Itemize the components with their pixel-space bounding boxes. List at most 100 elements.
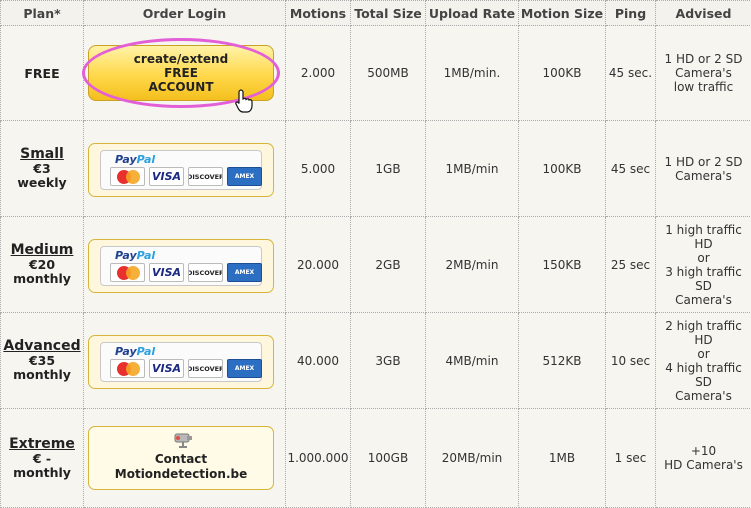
advised-line: Camera's <box>656 169 751 183</box>
total-size-cell: 2GB <box>351 217 426 313</box>
header-plan: Plan* <box>1 1 84 26</box>
advised-line: Camera's <box>656 66 751 80</box>
amex-icon: AMEX <box>227 359 262 378</box>
advised-line: HD Camera's <box>656 458 751 472</box>
plan-name-free: FREE <box>24 66 59 81</box>
advised-line: 1 HD or 2 SD <box>656 52 751 66</box>
advised-line: or <box>656 347 751 361</box>
motions-cell: 2.000 <box>286 26 351 121</box>
plan-cell: Extreme € - monthly <box>1 409 84 508</box>
motion-size-cell: 512KB <box>519 313 606 409</box>
advised-line: 1 HD or 2 SD <box>656 155 751 169</box>
plan-period: monthly <box>1 368 83 382</box>
plan-period: monthly <box>1 272 83 286</box>
header-total-size: Total Size <box>351 1 426 26</box>
plan-cell: Small €3 weekly <box>1 121 84 217</box>
header-row: Plan* Order Login Motions Total Size Upl… <box>1 1 751 26</box>
table-row-extreme: Extreme € - monthly Contact Motiondetect… <box>1 409 751 508</box>
motions-cell: 1.000.000 <box>286 409 351 508</box>
advised-line: low traffic <box>656 80 751 94</box>
paypal-button-advanced[interactable]: PayPal VISA DISCOVER AMEX <box>88 335 274 389</box>
plan-link-extreme[interactable]: Extreme <box>1 437 83 452</box>
plan-period: monthly <box>1 466 83 480</box>
hand-cursor-icon <box>235 89 253 113</box>
mastercard-icon <box>110 359 145 378</box>
advised-cell: 1 HD or 2 SD Camera's low traffic <box>656 26 751 121</box>
paypal-logo: PayPal <box>115 345 155 358</box>
total-size-cell: 500MB <box>351 26 426 121</box>
visa-icon: VISA <box>149 263 184 282</box>
table-row-medium: Medium €20 monthly PayPal VISA DISCOVER … <box>1 217 751 313</box>
contact-button[interactable]: Contact Motiondetection.be <box>88 426 274 490</box>
advised-line: 1 high traffic HD <box>656 223 751 251</box>
upload-rate-cell: 4MB/min <box>426 313 519 409</box>
mastercard-icon <box>110 263 145 282</box>
motion-size-cell: 150KB <box>519 217 606 313</box>
free-button-line-2: FREE <box>164 66 198 80</box>
advised-line: 4 high traffic SD <box>656 361 751 389</box>
table-row-small: Small €3 weekly PayPal VISA DISCOVER AME… <box>1 121 751 217</box>
security-camera-icon <box>173 431 195 449</box>
advised-line: +10 <box>656 444 751 458</box>
order-login-cell: PayPal VISA DISCOVER AMEX <box>84 313 286 409</box>
plan-link-advanced[interactable]: Advanced <box>1 339 83 354</box>
header-ping: Ping <box>606 1 656 26</box>
ping-cell: 25 sec <box>606 217 656 313</box>
paypal-logo: PayPal <box>115 249 155 262</box>
motion-size-cell: 100KB <box>519 121 606 217</box>
order-login-cell: Contact Motiondetection.be <box>84 409 286 508</box>
ping-cell: 1 sec <box>606 409 656 508</box>
header-motion-size: Motion Size <box>519 1 606 26</box>
paypal-badge: PayPal VISA DISCOVER AMEX <box>100 342 262 382</box>
ping-cell: 45 sec <box>606 121 656 217</box>
motions-cell: 5.000 <box>286 121 351 217</box>
discover-icon: DISCOVER <box>188 359 223 378</box>
header-upload-rate: Upload Rate <box>426 1 519 26</box>
advised-line: 3 high traffic SD <box>656 265 751 293</box>
table-row-advanced: Advanced €35 monthly PayPal VISA DISCOVE… <box>1 313 751 409</box>
advised-cell: 1 HD or 2 SD Camera's <box>656 121 751 217</box>
header-motions: Motions <box>286 1 351 26</box>
ping-cell: 45 sec. <box>606 26 656 121</box>
plan-link-small[interactable]: Small <box>1 147 83 162</box>
amex-icon: AMEX <box>227 263 262 282</box>
upload-rate-cell: 2MB/min <box>426 217 519 313</box>
free-button-line-1: create/extend <box>134 52 228 66</box>
upload-rate-cell: 1MB/min. <box>426 26 519 121</box>
free-button-line-3: ACCOUNT <box>148 80 213 94</box>
amex-icon: AMEX <box>227 167 262 186</box>
contact-line-2: Motiondetection.be <box>115 467 247 482</box>
plan-price: €20 <box>1 258 83 272</box>
order-login-cell: create/extend FREE ACCOUNT <box>84 26 286 121</box>
advised-line: 2 high traffic HD <box>656 319 751 347</box>
advised-cell: 2 high traffic HD or 4 high traffic SD C… <box>656 313 751 409</box>
paypal-button-medium[interactable]: PayPal VISA DISCOVER AMEX <box>88 239 274 293</box>
ping-cell: 10 sec <box>606 313 656 409</box>
order-login-cell: PayPal VISA DISCOVER AMEX <box>84 217 286 313</box>
motions-cell: 40.000 <box>286 313 351 409</box>
table-row-free: FREE create/extend FREE ACCOUNT 2.000 50… <box>1 26 751 121</box>
contact-line-1: Contact <box>155 452 207 467</box>
plan-period: weekly <box>1 176 83 190</box>
plan-price: €3 <box>1 162 83 176</box>
visa-icon: VISA <box>149 167 184 186</box>
advised-line: or <box>656 251 751 265</box>
motions-cell: 20.000 <box>286 217 351 313</box>
upload-rate-cell: 1MB/min <box>426 121 519 217</box>
total-size-cell: 1GB <box>351 121 426 217</box>
total-size-cell: 3GB <box>351 313 426 409</box>
card-logos: VISA DISCOVER AMEX <box>110 359 262 378</box>
header-advised: Advised <box>656 1 751 26</box>
header-order-login: Order Login <box>84 1 286 26</box>
paypal-badge: PayPal VISA DISCOVER AMEX <box>100 150 262 190</box>
mastercard-icon <box>110 167 145 186</box>
pricing-table: Plan* Order Login Motions Total Size Upl… <box>0 0 751 508</box>
plan-link-medium[interactable]: Medium <box>1 243 83 258</box>
motion-size-cell: 1MB <box>519 409 606 508</box>
advised-line: Camera's <box>656 293 751 307</box>
paypal-button-small[interactable]: PayPal VISA DISCOVER AMEX <box>88 143 274 197</box>
advised-line: Camera's <box>656 389 751 403</box>
paypal-badge: PayPal VISA DISCOVER AMEX <box>100 246 262 286</box>
advised-cell: 1 high traffic HD or 3 high traffic SD C… <box>656 217 751 313</box>
motion-size-cell: 100KB <box>519 26 606 121</box>
